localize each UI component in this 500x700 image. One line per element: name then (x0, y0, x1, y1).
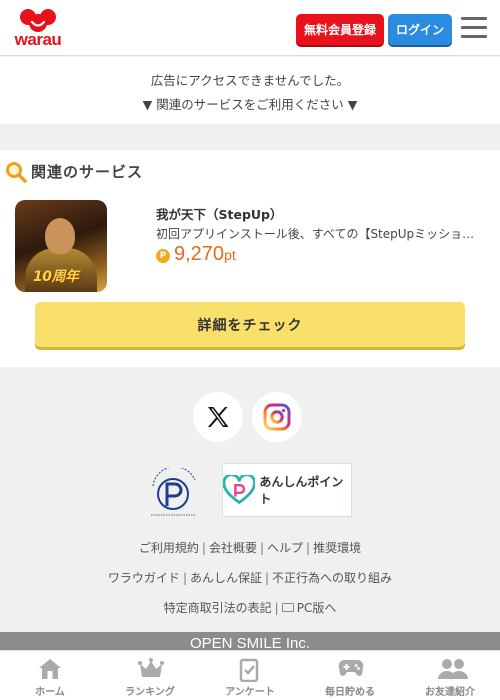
crown-icon (138, 658, 164, 677)
register-button[interactable]: 無料会員登録 (296, 14, 384, 45)
tab-ranking[interactable]: ランキング (100, 651, 200, 700)
tab-label: ホーム (35, 687, 65, 698)
service-name[interactable]: 我が天下（StepUp） (156, 204, 283, 223)
section-title: 関連のサービス (31, 163, 144, 181)
ad-guide-text: ▼ 関連のサービスをご利用ください ▼ (142, 97, 358, 112)
gamepad-icon (338, 659, 364, 676)
tab-label: アンケート (225, 687, 275, 698)
x-twitter-icon[interactable] (193, 392, 243, 442)
tab-home[interactable]: ホーム (0, 651, 100, 700)
bottom-tab-bar: ホーム ランキング アンケート 毎日貯める お友達紹介 (0, 650, 500, 700)
environment-link[interactable]: 推奨環境 (313, 541, 361, 555)
logo-text: warau (14, 30, 62, 49)
anshin-label: あんしんポイント (259, 475, 344, 506)
commerce-law-link[interactable]: 特定商取引法の表記 (164, 601, 272, 615)
friends-icon (438, 659, 468, 679)
menu-icon[interactable] (461, 17, 487, 39)
footer-links-row3: 特定商取引法の表記 | PC版へ (163, 601, 337, 615)
point-unit: pt (224, 247, 236, 263)
company-link[interactable]: 会社概要 (209, 541, 257, 555)
terms-link[interactable]: ご利用規約 (139, 541, 199, 555)
header: warau 無料会員登録 ログイン (0, 0, 500, 56)
safety-guarantee-link[interactable]: あんしん保証 (190, 571, 262, 585)
point-coin-icon: P (156, 249, 170, 263)
privacy-mark-logo[interactable] (145, 466, 201, 518)
tab-label: お友達紹介 (425, 687, 475, 698)
footer: あんしんポイント ご利用規約 | 会社概要 | ヘルプ | 推奨環境 ワラウガイド | あんしん… (0, 368, 500, 632)
tab-daily-earn[interactable]: 毎日貯める (300, 651, 400, 700)
footer-links-row2: ワラウガイド | あんしん保証 | 不正行為への取り組み (107, 571, 393, 585)
tab-label: ランキング (125, 687, 175, 698)
guide-link[interactable]: ワラウガイド (108, 571, 180, 585)
pc-icon (281, 603, 294, 612)
tab-survey[interactable]: アンケート (200, 651, 300, 700)
point-value: 9,270pt (174, 243, 236, 266)
point-amount: 9,270 (174, 243, 225, 265)
related-service-section: 関連のサービス 10周年 我が天下（StepUp） 初回アプリインストール後、す… (0, 150, 500, 367)
anshin-point-badge[interactable]: あんしんポイント (222, 463, 352, 517)
logo-mascot-icon (20, 9, 56, 32)
ad-notice: 広告にアクセスできませんでした。 ▼ 関連のサービスをご利用ください ▼ (0, 57, 500, 124)
warau-logo[interactable]: warau (10, 8, 66, 49)
home-icon (39, 659, 61, 679)
footer-links-row1: ご利用規約 | 会社概要 | ヘルプ | 推奨環境 (138, 541, 362, 555)
anniversary-text: 10周年 (33, 269, 79, 285)
pc-version-link[interactable]: PC版へ (297, 601, 337, 615)
service-description: 初回アプリインストール後、すべての【StepUpミッション】達成でポイント獲得 (156, 227, 476, 241)
tab-invite-friends[interactable]: お友達紹介 (400, 651, 500, 700)
help-link[interactable]: ヘルプ (267, 541, 303, 555)
detail-check-button[interactable]: 詳細をチェック (35, 302, 465, 347)
search-icon (6, 162, 27, 183)
survey-icon (239, 658, 259, 682)
instagram-icon[interactable] (252, 392, 302, 442)
heart-p-icon (223, 475, 256, 505)
login-button[interactable]: ログイン (388, 14, 452, 45)
fraud-policy-link[interactable]: 不正行為への取り組み (272, 571, 392, 585)
ad-error-text: 広告にアクセスできませんでした。 (150, 73, 350, 88)
tab-label: 毎日貯める (325, 687, 375, 698)
game-thumbnail[interactable]: 10周年 (15, 200, 107, 292)
